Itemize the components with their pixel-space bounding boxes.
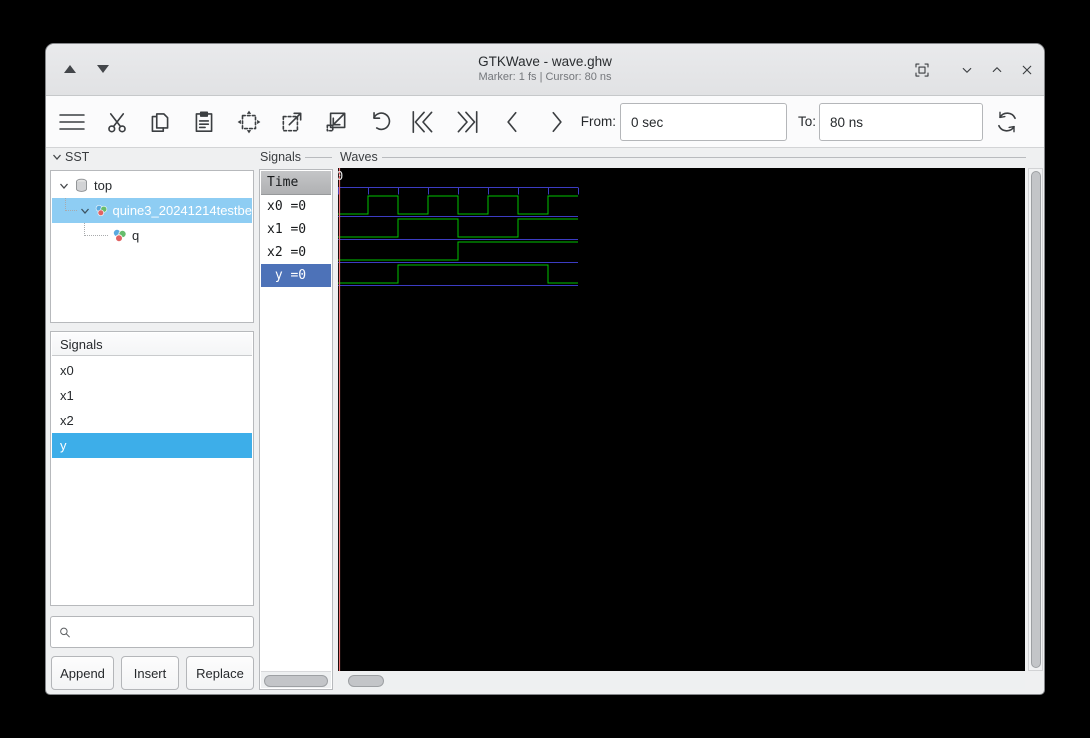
timeline-ruler	[338, 188, 579, 195]
close-icon	[1018, 61, 1036, 79]
waves-vscroll-thumb[interactable]	[1031, 171, 1041, 668]
zoom-out-button[interactable]	[318, 104, 354, 140]
tree-item-label: top	[94, 178, 112, 193]
undo-icon	[367, 109, 393, 135]
tree-guide	[84, 235, 108, 236]
append-button[interactable]: Append	[51, 656, 114, 690]
tree-item-label: quine3_20241214testbe	[112, 203, 252, 218]
close-button[interactable]	[1015, 58, 1039, 82]
fit-window-button[interactable]	[910, 58, 934, 82]
values-frame-label: Signals	[260, 150, 332, 164]
zoom-fit-button[interactable]	[231, 104, 267, 140]
module-icon	[94, 203, 108, 218]
sst-tree-panel: top quine3_20241214testbe q	[50, 170, 254, 323]
signal-values-panel: Time x0 =0 x1 =0 x2 =0 y =0	[259, 169, 333, 690]
wave-canvas[interactable]: 0	[338, 168, 1025, 671]
reload-icon	[993, 108, 1021, 136]
reload-button[interactable]	[989, 104, 1025, 140]
tree-item-q[interactable]: q	[52, 223, 252, 248]
values-hscroll-thumb[interactable]	[264, 675, 328, 687]
menu-button[interactable]	[54, 104, 90, 140]
hierarchy-icon	[74, 178, 89, 193]
copy-icon	[147, 109, 173, 135]
menu-icon	[57, 109, 87, 135]
zoom-in-icon	[279, 109, 305, 135]
step-forward-button[interactable]	[538, 104, 574, 140]
skip-to-end-icon	[453, 108, 481, 136]
expander-icon[interactable]	[80, 206, 90, 216]
to-label: To:	[792, 96, 816, 148]
value-row-y[interactable]: y =0	[261, 264, 331, 287]
chevron-right-icon	[543, 109, 569, 135]
cut-icon	[104, 109, 130, 135]
chevron-down-icon	[52, 152, 62, 162]
zoom-fit-icon	[236, 109, 262, 135]
chevron-down-icon	[958, 61, 976, 79]
fit-window-icon	[913, 61, 931, 79]
wave-trace-x2	[338, 242, 578, 263]
time-column-header[interactable]: Time	[261, 171, 331, 195]
value-row-x2[interactable]: x2 =0	[261, 241, 331, 264]
signals-list-header: Signals	[52, 333, 252, 356]
to-input[interactable]	[819, 103, 983, 141]
paste-icon	[191, 109, 217, 135]
values-frame-title: Signals	[260, 150, 301, 164]
waves-hscrollbar[interactable]	[338, 673, 1025, 689]
signal-item-x2[interactable]: x2	[52, 408, 252, 433]
value-row-x0[interactable]: x0 =0	[261, 195, 331, 218]
marker-cursor-status: Marker: 1 fs | Cursor: 80 ns	[46, 71, 1044, 83]
module-icon	[111, 228, 128, 243]
toolbar: From: To:	[46, 96, 1044, 148]
search-input[interactable]	[77, 625, 253, 640]
window-title: GTKWave - wave.ghw	[46, 54, 1044, 69]
zoom-out-icon	[323, 109, 349, 135]
tree-guide	[65, 210, 77, 211]
search-icon	[59, 625, 71, 640]
tree-item-label: q	[132, 228, 139, 243]
wave-trace-x0	[338, 196, 578, 217]
gtkwave-window: GTKWave - wave.ghw Marker: 1 fs | Cursor…	[45, 43, 1045, 695]
waves-vscrollbar[interactable]	[1028, 168, 1043, 671]
waves-frame-label: Waves	[340, 150, 1026, 164]
time-origin-label: 0	[338, 169, 343, 183]
waves-frame-title: Waves	[340, 150, 378, 164]
paste-button[interactable]	[186, 104, 222, 140]
tree-item-quine3[interactable]: quine3_20241214testbe	[52, 198, 252, 223]
minimize-button[interactable]	[955, 58, 979, 82]
waves-hscroll-thumb[interactable]	[348, 675, 384, 687]
sst-expander[interactable]: SST	[52, 150, 112, 164]
copy-button[interactable]	[142, 104, 178, 140]
step-back-button[interactable]	[495, 104, 531, 140]
signal-search-box[interactable]	[50, 616, 254, 648]
skip-to-start-icon	[409, 108, 437, 136]
titlebar[interactable]: GTKWave - wave.ghw Marker: 1 fs | Cursor…	[46, 44, 1044, 96]
skip-to-end-button[interactable]	[449, 104, 485, 140]
wave-trace-y	[338, 265, 578, 286]
value-row-x1[interactable]: x1 =0	[261, 218, 331, 241]
tree-item-top[interactable]: top	[52, 173, 252, 198]
signal-item-x0[interactable]: x0	[52, 358, 252, 383]
signal-item-x1[interactable]: x1	[52, 383, 252, 408]
maximize-button[interactable]	[985, 58, 1009, 82]
zoom-in-button[interactable]	[274, 104, 310, 140]
from-input[interactable]	[620, 103, 787, 141]
signal-item-y[interactable]: y	[52, 433, 252, 458]
skip-to-start-button[interactable]	[405, 104, 441, 140]
replace-button[interactable]: Replace	[186, 656, 254, 690]
chevron-up-icon	[988, 61, 1006, 79]
from-label: From:	[576, 96, 616, 148]
values-hscrollbar[interactable]	[261, 671, 331, 688]
undo-button[interactable]	[362, 104, 398, 140]
sst-label: SST	[65, 150, 89, 164]
expander-icon[interactable]	[59, 181, 69, 191]
wave-trace-x1	[338, 219, 578, 240]
cut-button[interactable]	[99, 104, 135, 140]
insert-button[interactable]: Insert	[121, 656, 179, 690]
waveform-display: 0	[338, 168, 1025, 671]
signals-list-panel: Signals x0 x1 x2 y	[50, 331, 254, 606]
chevron-left-icon	[500, 109, 526, 135]
title-block: GTKWave - wave.ghw Marker: 1 fs | Cursor…	[46, 44, 1044, 83]
